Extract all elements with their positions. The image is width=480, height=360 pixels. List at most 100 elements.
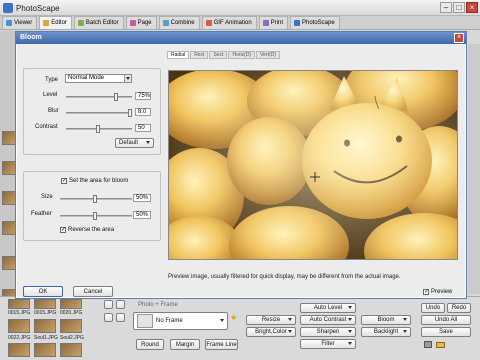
thumbnail[interactable] [34,299,56,309]
tab-print[interactable]: Print [258,16,288,29]
undo-button[interactable]: Undo [421,303,445,313]
chevron-down-icon [124,75,131,82]
chevron-down-icon [348,318,352,321]
page-icon [129,20,136,26]
tool-button[interactable] [116,300,125,309]
undo-all-button[interactable]: Undo All [421,315,471,325]
save-button[interactable]: Save [421,327,471,337]
tab-gif-animation[interactable]: GIF Animation [201,16,257,29]
file-name: 0022.JPG [8,335,31,341]
thumbnail[interactable] [34,319,56,333]
tab-editor[interactable]: Editor [39,16,72,29]
cancel-button[interactable]: Cancel [73,286,113,297]
blur-label: Blur [48,108,59,114]
feather-value: 50% [133,211,151,219]
slider-thumb[interactable] [128,109,132,117]
tab-page[interactable]: Page [125,16,157,29]
thumbnail[interactable] [34,343,56,357]
print-icon[interactable] [424,341,432,348]
bloom-preview-image[interactable] [168,70,458,260]
contrast-slider[interactable] [66,125,132,133]
set-area-checkbox[interactable]: ✓ [61,178,67,184]
preview-label: Preview [431,289,453,295]
window-controls: – □ × [440,2,478,13]
size-value: 50% [133,194,151,202]
editor-bottom-panel: 0015.JPG 0015.JPG 0020.JPG 0022.JPG Soul… [0,296,480,360]
slider-thumb[interactable] [114,93,118,101]
window-title: PhotoScape [16,4,60,13]
reverse-area-checkbox[interactable]: ✓ [60,227,66,233]
preview-checkbox[interactable]: ✓ [423,289,429,295]
round-button[interactable]: Round [136,339,164,350]
bloom-button[interactable]: Bloom [361,315,411,325]
tab-sect[interactable]: Sect [209,51,228,59]
thumbnail[interactable] [60,299,82,309]
blur-slider[interactable] [66,109,132,117]
close-icon[interactable]: × [466,2,478,13]
contrast-value: 50 [135,124,151,132]
backlight-button[interactable]: Backlight [361,327,411,337]
redo-button[interactable]: Redo [447,303,471,313]
tab-rect[interactable]: Rect [190,51,209,59]
preset-select[interactable]: Default [115,138,154,148]
batch-editor-icon [77,20,84,26]
slider-thumb[interactable] [96,125,100,133]
bread-buns-photo [169,71,457,259]
thumbnail[interactable] [60,319,82,333]
sharpen-button[interactable]: Sharpen [300,327,356,337]
chevron-down-icon [288,318,292,321]
resize-button[interactable]: Resize [246,315,296,325]
maximize-icon[interactable]: □ [453,2,465,13]
tab-batch-editor[interactable]: Batch Editor [73,16,124,29]
dialog-title: Bloom [16,32,466,44]
preview-area-tabs: Radial Rect Sect Horiz(D) Vert(D) [167,51,280,59]
minimize-icon[interactable]: – [440,2,452,13]
main-tabs: Viewer Editor Batch Editor Page Combine … [0,16,480,30]
auto-contrast-button[interactable]: Auto Contrast [300,315,356,325]
auto-level-button[interactable]: Auto Level [300,303,356,313]
feather-slider[interactable] [60,212,132,220]
star-icon[interactable]: ★ [230,313,237,322]
tool-button[interactable] [116,313,125,322]
margin-button[interactable]: Margin [170,339,200,350]
frame-line-button[interactable]: Frame Line [205,339,238,350]
tab-radial[interactable]: Radial [167,51,190,59]
preview-note: Preview image, usually filtered for quic… [168,274,401,280]
tool-button[interactable] [104,313,113,322]
reverse-area-label: Reverse the area [68,227,115,233]
tab-vert[interactable]: Vert(D) [256,51,280,59]
filter-button[interactable]: Filter [300,339,356,349]
chevron-down-icon [348,330,352,333]
thumbnail[interactable] [60,343,82,357]
set-area-label: Set the area for bloom [69,178,129,184]
tool-button[interactable] [104,300,113,309]
tab-photoscape[interactable]: PhotoScape [290,16,340,29]
size-slider[interactable] [60,195,132,203]
tab-viewer[interactable]: Viewer [2,16,38,29]
ok-button[interactable]: OK [23,286,63,297]
close-icon[interactable]: × [454,33,464,43]
print-icon [262,20,269,26]
contrast-label: Contrast [35,124,58,130]
level-value: 75% [135,92,151,100]
chevron-down-icon [220,319,224,322]
level-slider[interactable] [66,93,132,101]
thumbnail[interactable] [8,319,30,333]
editor-icon [43,20,50,26]
type-label: Type [45,77,59,83]
thumbnail[interactable] [8,299,30,309]
slider-thumb[interactable] [93,212,97,220]
tab-combine[interactable]: Combine [158,16,200,29]
thumbnail[interactable] [8,343,30,357]
folder-icon[interactable] [436,342,445,348]
bright-color-button[interactable]: Bright,Color [246,327,296,337]
photoscape-icon [294,20,300,26]
chevron-down-icon [146,141,150,144]
photoscape-window: PhotoScape – □ × Viewer Editor Batch Edi… [0,0,480,360]
slider-thumb[interactable] [93,195,97,203]
chevron-down-icon [348,306,352,309]
tab-horiz[interactable]: Horiz(D) [228,51,256,59]
bloom-dialog: Bloom × Type Normal Mode Level 75% Blur … [15,31,467,299]
frame-select[interactable]: No Frame [133,312,228,330]
type-select[interactable]: Normal Mode [65,74,132,83]
